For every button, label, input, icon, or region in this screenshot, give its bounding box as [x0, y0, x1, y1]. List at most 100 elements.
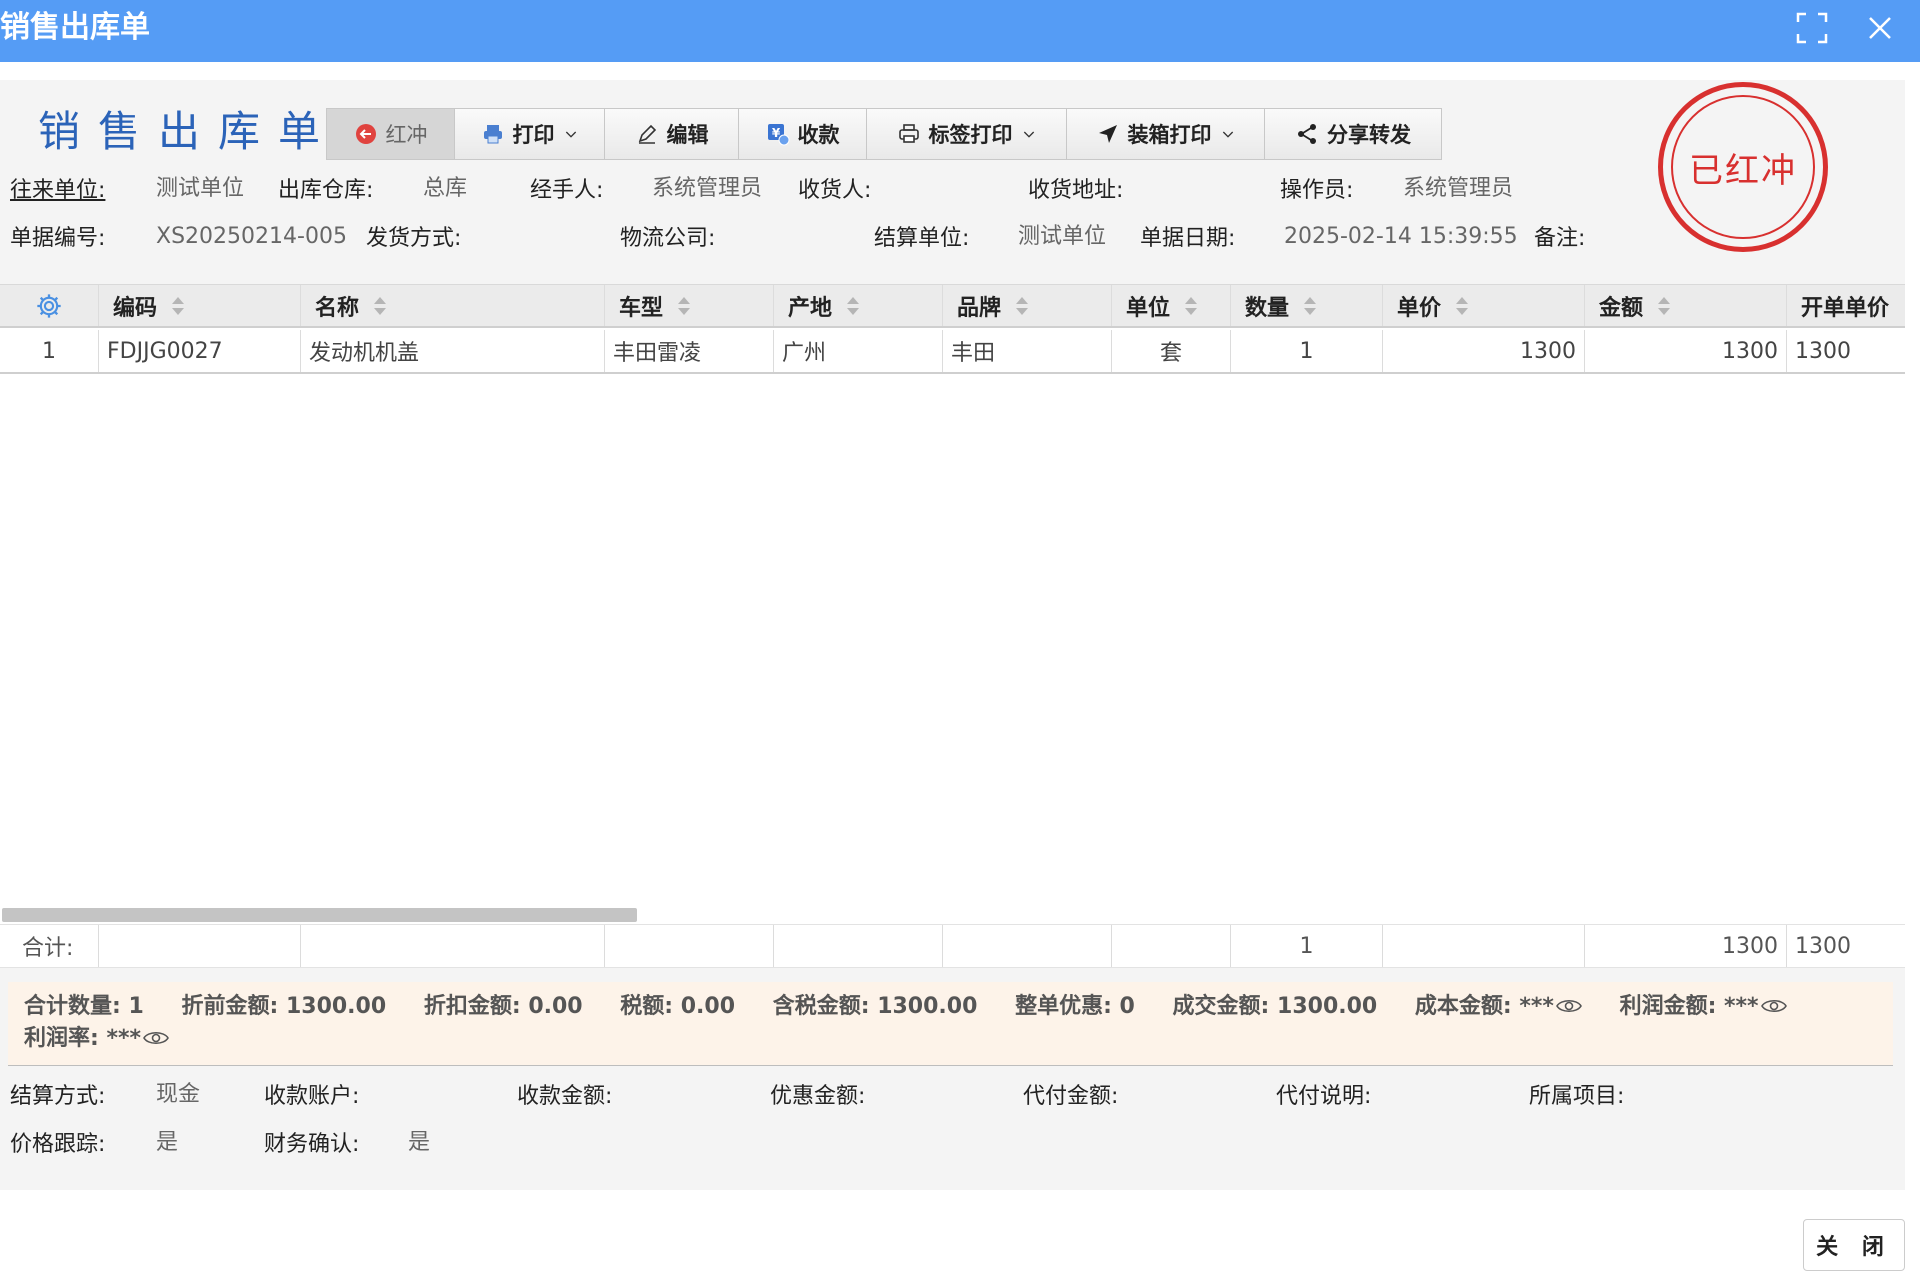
totals-empty [99, 925, 301, 967]
warehouse-label: 出库仓库: [278, 178, 374, 203]
settle-unit-label: 结算单位: [874, 226, 970, 251]
red-reverse-button[interactable]: 红冲 [327, 109, 455, 159]
column-header-name[interactable]: 名称 [301, 285, 605, 326]
pencil-icon [638, 124, 656, 144]
amount-summary: 合计数量: 1 折前金额: 1300.00 折扣金额: 0.00 税额: 0.0… [8, 982, 1893, 1066]
address-label: 收货地址: [1028, 178, 1124, 203]
doc-date-label: 单据日期: [1140, 226, 1236, 251]
printer-icon [483, 125, 502, 144]
column-settings-button[interactable] [0, 285, 99, 326]
sort-icon [1184, 295, 1198, 317]
column-header-order-price[interactable]: 开单单价 [1787, 285, 1905, 326]
summary-cost: *** [1519, 994, 1554, 1019]
sort-icon [677, 295, 691, 317]
horizontal-scrollbar[interactable] [2, 908, 637, 922]
sort-icon [1303, 295, 1317, 317]
totals-empty [1112, 925, 1231, 967]
summary-discount-label: 折扣金额: [423, 994, 521, 1019]
print-dropdown-button[interactable]: 打印 [455, 109, 605, 159]
receive-payment-label: 收款 [797, 123, 840, 147]
eye-icon[interactable] [143, 1029, 169, 1047]
partner-label[interactable]: 往来单位: [10, 178, 105, 203]
table-header: 编码 名称 车型 产地 品牌 单位 数量 单价 金额 开单单价 [0, 284, 1905, 328]
label-print-dropdown-button[interactable]: 标签打印 [867, 109, 1067, 159]
info-partner: 往来单位: [10, 176, 105, 206]
totals-label: 合计: [0, 925, 99, 967]
logistics-label: 物流公司: [620, 226, 716, 251]
box-print-dropdown-button[interactable]: 装箱打印 [1067, 109, 1265, 159]
summary-deal-label: 成交金额: [1172, 994, 1270, 1019]
discount-amount-label: 优惠金额: [770, 1084, 866, 1109]
column-header-price[interactable]: 单价 [1383, 285, 1585, 326]
column-header-origin[interactable]: 产地 [774, 285, 943, 326]
totals-empty [301, 925, 605, 967]
edit-label: 编辑 [666, 123, 709, 147]
totals-qty: 1 [1231, 925, 1383, 967]
summary-qty-label: 合计数量: [24, 994, 121, 1019]
row-index: 1 [0, 330, 99, 372]
window-title: 销售出库单 [0, 10, 150, 45]
sort-icon [171, 295, 185, 317]
summary-profit: *** [1724, 994, 1759, 1019]
close-button[interactable]: 关 闭 [1803, 1219, 1905, 1271]
receive-payment-button[interactable]: ¥ 收款 [739, 109, 867, 159]
column-header-model[interactable]: 车型 [605, 285, 774, 326]
partner-value: 测试单位 [156, 176, 245, 201]
sort-icon [1455, 295, 1469, 317]
doc-no-value: XS20250214-005 [156, 224, 347, 249]
chevron-down-icon [1222, 131, 1233, 138]
doc-date-value: 2025-02-14 15:39:55 [1284, 224, 1518, 249]
operator-value: 系统管理员 [1403, 176, 1514, 201]
yuan-payment-icon: ¥ [767, 124, 789, 146]
cell-qty: 1 [1231, 330, 1383, 372]
edit-button[interactable]: 编辑 [605, 109, 739, 159]
maximize-icon[interactable] [1792, 8, 1832, 48]
agent-note-label: 代付说明: [1276, 1084, 1372, 1109]
summary-tax: 0.00 [680, 994, 736, 1019]
close-icon[interactable] [1860, 8, 1900, 48]
cell-order-price: 1300 [1795, 338, 1851, 364]
column-header-unit[interactable]: 单位 [1112, 285, 1231, 326]
cell-unit: 套 [1112, 330, 1231, 372]
summary-pre-discount-label: 折前金额: [181, 994, 279, 1019]
window-titlebar: 销售出库单 [0, 0, 1920, 62]
sort-icon [1657, 295, 1671, 317]
price-track-label: 价格跟踪: [10, 1132, 106, 1157]
eye-icon[interactable] [1760, 997, 1787, 1015]
totals-amount: 1300 [1585, 925, 1787, 967]
account-label: 收款账户: [264, 1084, 360, 1109]
eye-icon[interactable] [1555, 997, 1582, 1015]
agent-pay-label: 代付金额: [1023, 1084, 1119, 1109]
handler-value: 系统管理员 [652, 176, 763, 201]
toolbar: 红冲 打印 编辑 ¥ 收款 标签打印 装箱打印 分享转发 [326, 108, 1442, 160]
share-icon [1298, 124, 1316, 144]
column-header-brand[interactable]: 品牌 [943, 285, 1112, 326]
settle-method-value: 现金 [156, 1082, 201, 1107]
settle-method-label: 结算方式: [10, 1084, 106, 1109]
gear-icon [37, 293, 61, 318]
totals-empty [943, 925, 1112, 967]
box-print-label: 装箱打印 [1127, 123, 1212, 147]
dialog-footer [0, 1205, 1920, 1285]
cell-brand: 丰田 [943, 330, 1112, 372]
column-header-amount[interactable]: 金额 [1585, 285, 1787, 326]
summary-qty: 1 [128, 994, 144, 1019]
red-reversed-stamp: 已红冲 [1658, 82, 1828, 252]
warehouse-value: 总库 [423, 176, 468, 201]
doc-no-label: 单据编号: [10, 226, 106, 251]
column-header-qty[interactable]: 数量 [1231, 285, 1383, 326]
summary-tax-label: 税额: [620, 994, 674, 1019]
share-forward-button[interactable]: 分享转发 [1265, 109, 1441, 159]
stamp-text: 已红冲 [1689, 150, 1797, 191]
price-track-value: 是 [156, 1130, 179, 1155]
sort-icon [1015, 295, 1029, 317]
column-header-code[interactable]: 编码 [99, 285, 301, 326]
print-label: 打印 [512, 123, 555, 147]
summary-pre-discount: 1300.00 [285, 994, 387, 1019]
send-icon [1098, 125, 1117, 143]
totals-empty [605, 925, 774, 967]
cell-origin: 广州 [774, 330, 943, 372]
table-row[interactable]: 1 FDJJG0027 发动机机盖 丰田雷凌 广州 丰田 套 1 1300 13… [0, 330, 1905, 374]
cell-name: 发动机机盖 [301, 330, 605, 372]
cell-model: 丰田雷凌 [605, 330, 774, 372]
